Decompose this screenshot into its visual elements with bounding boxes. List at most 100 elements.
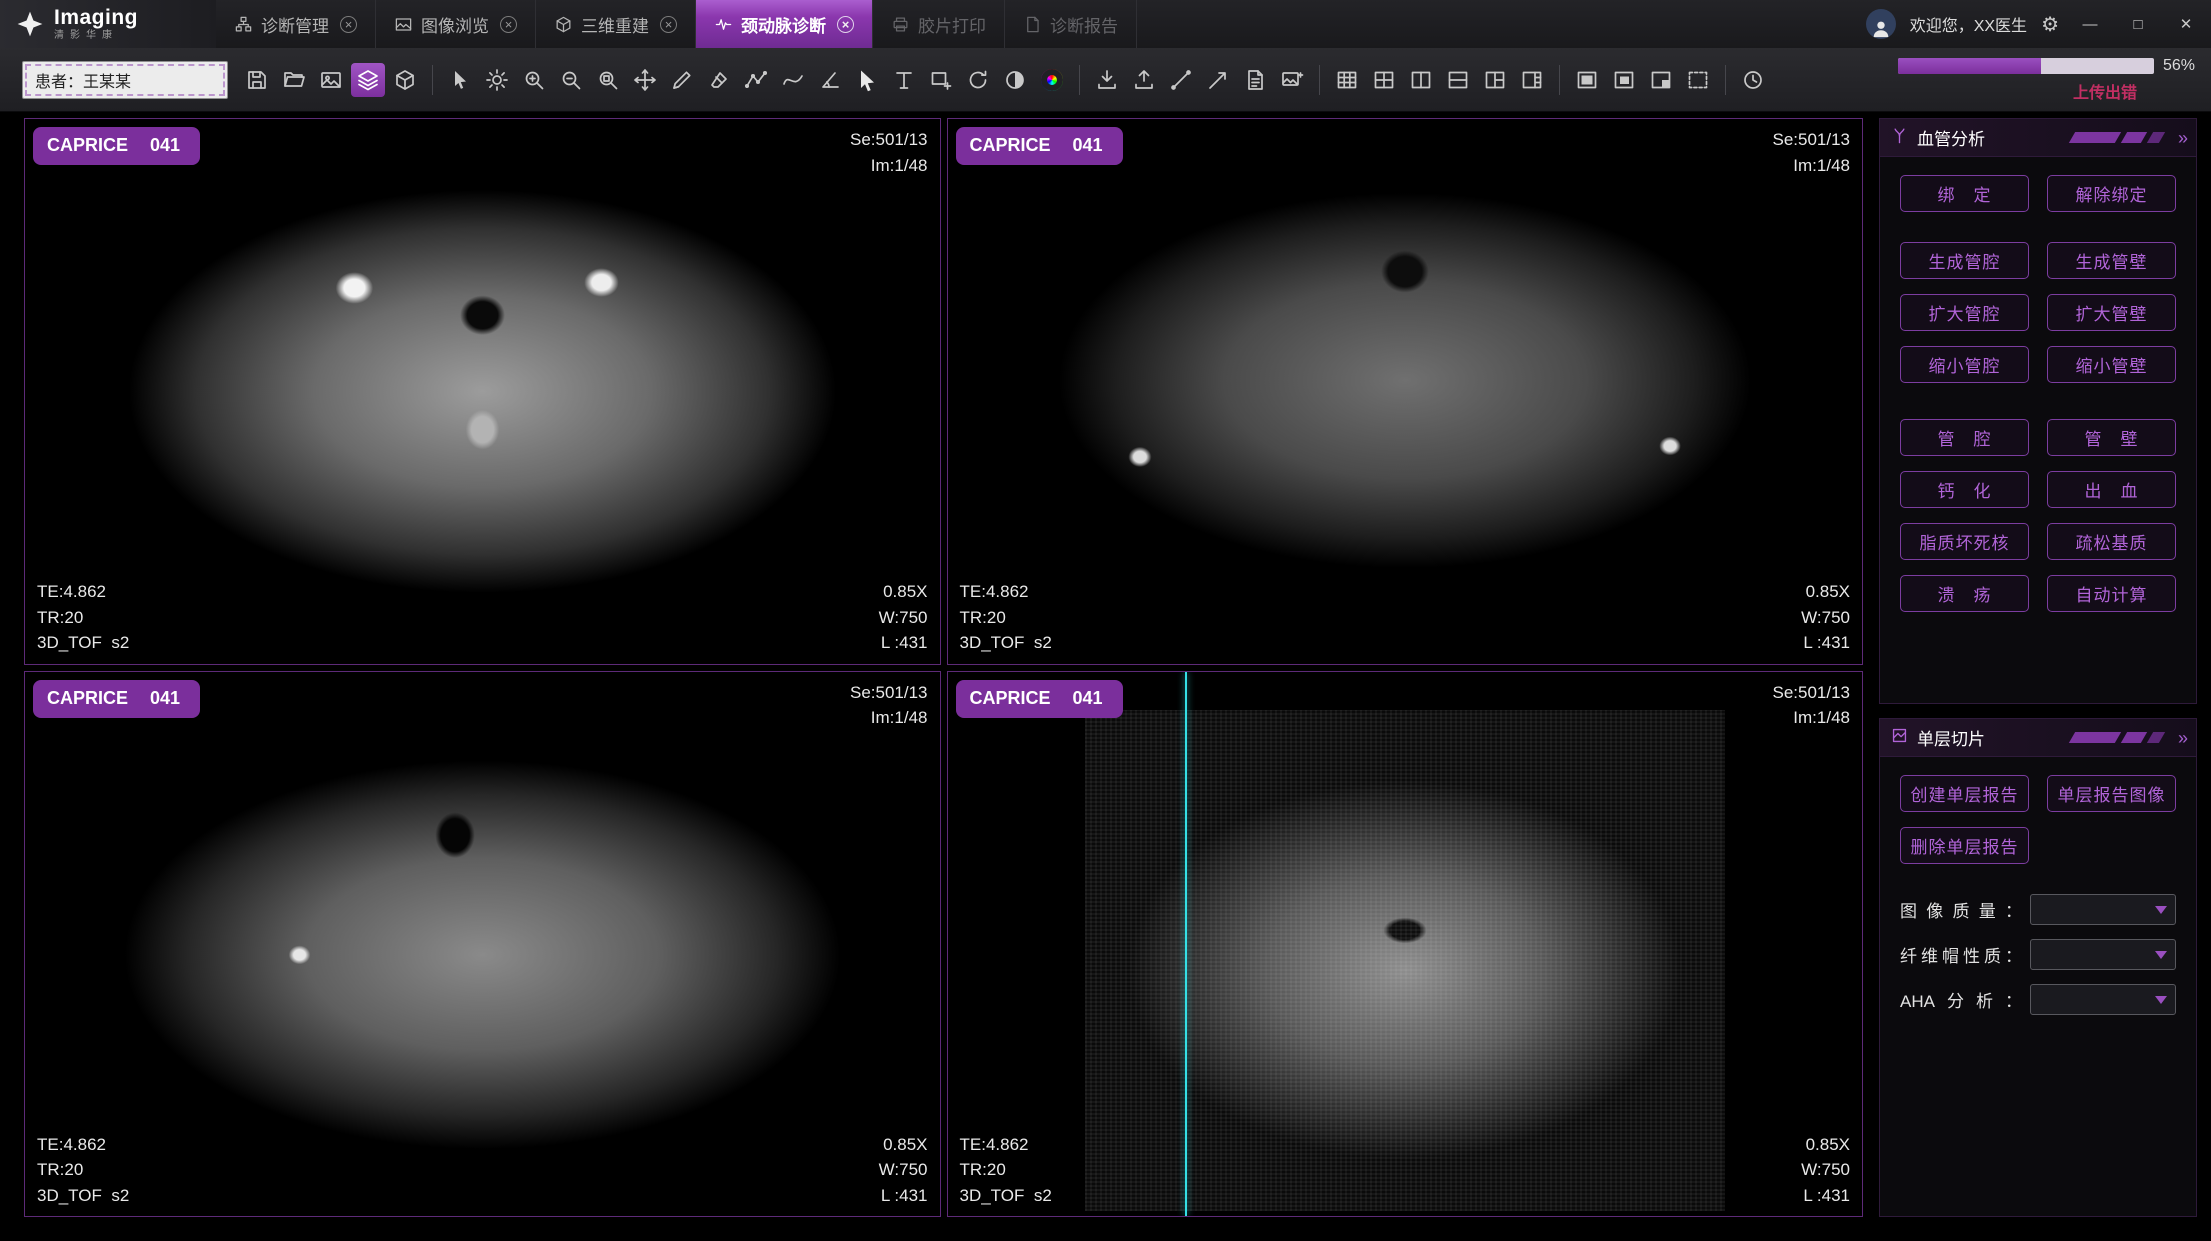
generate-lumen-button[interactable]: 生成管腔 <box>1900 242 2029 279</box>
upload-progress-fill <box>1898 58 2041 74</box>
wall-button[interactable]: 管 壁 <box>2047 419 2176 456</box>
single-slice-report-image-button[interactable]: 单层报告图像 <box>2047 775 2176 812</box>
lipid-necrotic-core-button[interactable]: 脂质坏死核 <box>1900 523 2029 560</box>
report-icon[interactable] <box>1238 63 1272 97</box>
se-value: Se:501/13 <box>1772 127 1850 153</box>
waveform-icon <box>714 15 733 34</box>
tab-image-browse[interactable]: 图像浏览 × <box>376 0 536 48</box>
patient-input[interactable] <box>22 61 228 99</box>
generate-wall-button[interactable]: 生成管壁 <box>2047 242 2176 279</box>
contrast-icon[interactable] <box>998 63 1032 97</box>
maximize-button[interactable]: □ <box>2121 7 2155 41</box>
freehand-icon[interactable] <box>776 63 810 97</box>
upload-error-text[interactable]: 上传出错 <box>2073 79 2195 103</box>
tab-carotid-diagnosis[interactable]: 颈动脉诊断 × <box>696 0 873 48</box>
create-single-slice-report-button[interactable]: 创建单层报告 <box>1900 775 2029 812</box>
window-level-value: L :431 <box>1801 630 1850 656</box>
line-annotation-icon[interactable] <box>1164 63 1198 97</box>
color-wheel-icon[interactable] <box>1035 63 1069 97</box>
te-value: TE:4.862 <box>37 579 129 605</box>
im-value: Im:1/48 <box>850 705 928 731</box>
user-avatar[interactable] <box>1866 9 1896 39</box>
upload-icon[interactable] <box>1127 63 1161 97</box>
layout-overlay-icon[interactable] <box>1607 63 1641 97</box>
loose-matrix-button[interactable]: 疏松基质 <box>2047 523 2176 560</box>
layout-vsplit-icon[interactable] <box>1404 63 1438 97</box>
collapse-panel-button[interactable]: » <box>2178 729 2188 747</box>
hemorrhage-button[interactable]: 出 血 <box>2047 471 2176 508</box>
save-icon[interactable] <box>240 63 274 97</box>
enlarge-lumen-button[interactable]: 扩大管腔 <box>1900 294 2029 331</box>
folder-open-icon[interactable] <box>277 63 311 97</box>
chevron-down-icon <box>2155 906 2167 914</box>
layout-sidebar-icon[interactable] <box>1515 63 1549 97</box>
enlarge-wall-button[interactable]: 扩大管壁 <box>2047 294 2176 331</box>
zoom-in-icon[interactable] <box>517 63 551 97</box>
layout-stitch-icon[interactable] <box>1681 63 1715 97</box>
cube-3d-icon[interactable] <box>388 63 422 97</box>
brand-logo-icon <box>16 10 44 38</box>
pan-icon[interactable] <box>628 63 662 97</box>
viewport-bottom-right[interactable]: CAPRICE041 Se:501/13Im:1/48 TE:4.862TR:2… <box>947 671 1864 1218</box>
minimize-button[interactable]: — <box>2073 7 2107 41</box>
auto-calculate-button[interactable]: 自动计算 <box>2047 575 2176 612</box>
bind-button[interactable]: 绑 定 <box>1900 175 2029 212</box>
gallery-icon[interactable] <box>314 63 348 97</box>
delete-single-slice-report-button[interactable]: 删除单层报告 <box>1900 827 2029 864</box>
cross-reference-line[interactable] <box>1185 672 1187 1217</box>
layout-pip-icon[interactable] <box>1644 63 1678 97</box>
eraser-icon[interactable] <box>702 63 736 97</box>
close-tab-icon[interactable]: × <box>340 16 357 33</box>
collapse-panel-button[interactable]: » <box>2178 129 2188 147</box>
close-tab-icon[interactable]: × <box>500 16 517 33</box>
layout-1x2-icon[interactable] <box>1478 63 1512 97</box>
zoom-area-icon[interactable] <box>591 63 625 97</box>
lumen-button[interactable]: 管 腔 <box>1900 419 2029 456</box>
ulcer-button[interactable]: 溃 疡 <box>1900 575 2029 612</box>
shrink-wall-button[interactable]: 缩小管壁 <box>2047 346 2176 383</box>
text-annotation-icon[interactable] <box>887 63 921 97</box>
unbind-button[interactable]: 解除绑定 <box>2047 175 2176 212</box>
tab-diagnosis-management[interactable]: 诊断管理 × <box>216 0 376 48</box>
panel-header: 血管分析 » <box>1880 119 2196 157</box>
fibrous-cap-select[interactable] <box>2030 939 2176 970</box>
polyline-icon[interactable] <box>739 63 773 97</box>
series-badge: CAPRICE041 <box>33 127 200 165</box>
close-window-button[interactable]: ✕ <box>2169 7 2203 41</box>
document-icon <box>1023 15 1042 34</box>
aha-analysis-select[interactable] <box>2030 984 2176 1015</box>
image-annotation-icon[interactable] <box>1275 63 1309 97</box>
roi-add-icon[interactable] <box>924 63 958 97</box>
select-arrow-icon[interactable] <box>850 63 884 97</box>
history-icon[interactable] <box>1736 63 1770 97</box>
brightness-icon[interactable] <box>480 63 514 97</box>
viewport-bottom-left[interactable]: CAPRICE041 Se:501/13Im:1/48 TE:4.862TR:2… <box>24 671 941 1218</box>
layout-3x3-icon[interactable] <box>1330 63 1364 97</box>
layout-2x2-icon[interactable] <box>1367 63 1401 97</box>
arrow-annotation-icon[interactable] <box>1201 63 1235 97</box>
rotate-icon[interactable] <box>961 63 995 97</box>
panel-title: 单层切片 <box>1917 725 1985 750</box>
shrink-lumen-button[interactable]: 缩小管腔 <box>1900 346 2029 383</box>
layout-single-icon[interactable] <box>1570 63 1604 97</box>
length-measure-icon[interactable] <box>665 63 699 97</box>
te-value: TE:4.862 <box>960 579 1052 605</box>
angle-icon[interactable] <box>813 63 847 97</box>
toolbar-separator <box>1559 65 1560 95</box>
tab-label: 诊断管理 <box>261 12 329 37</box>
mri-image <box>948 119 1863 664</box>
layout-hsplit-icon[interactable] <box>1441 63 1475 97</box>
cursor-icon[interactable] <box>443 63 477 97</box>
close-tab-icon[interactable]: × <box>660 16 677 33</box>
layers-icon[interactable] <box>351 63 385 97</box>
viewport-top-left[interactable]: CAPRICE041 Se:501/13Im:1/48 TE:4.862TR:2… <box>24 118 941 665</box>
image-quality-select[interactable] <box>2030 894 2176 925</box>
viewport-top-right[interactable]: CAPRICE041 Se:501/13Im:1/48 TE:4.862TR:2… <box>947 118 1864 665</box>
calcification-button[interactable]: 钙 化 <box>1900 471 2029 508</box>
gear-icon[interactable]: ⚙ <box>2041 12 2059 37</box>
download-icon[interactable] <box>1090 63 1124 97</box>
tab-3d-reconstruction[interactable]: 三维重建 × <box>536 0 696 48</box>
aha-analysis-label: AHA分析： <box>1900 987 2022 1012</box>
close-tab-icon[interactable]: × <box>837 16 854 33</box>
zoom-out-icon[interactable] <box>554 63 588 97</box>
